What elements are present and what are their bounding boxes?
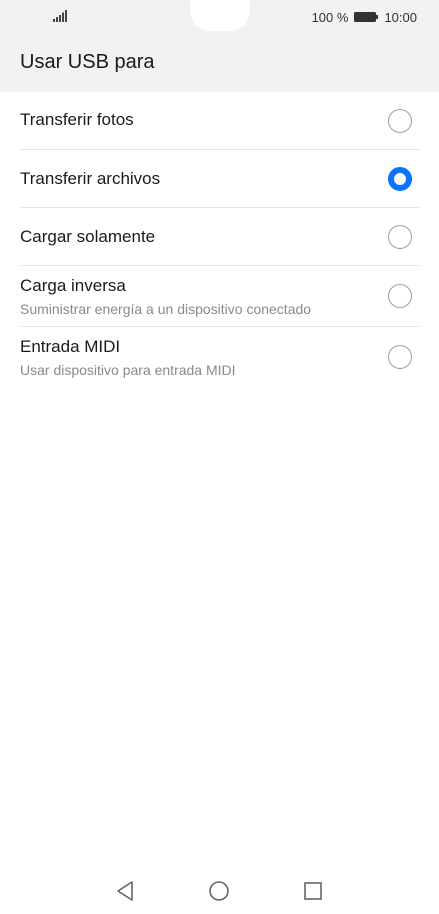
page-title: Usar USB para xyxy=(20,51,155,73)
option-title: Carga inversa xyxy=(20,276,126,295)
radio-button[interactable] xyxy=(388,225,412,249)
usb-options-list: Transferir fotos Transferir archivos Car… xyxy=(0,92,439,388)
usb-settings-screen: 100 % 10:00 Usar USB para Transferir fot… xyxy=(0,0,439,914)
option-title: Transferir fotos xyxy=(20,110,134,129)
radio-button[interactable] xyxy=(388,284,412,308)
option-entrada-midi[interactable]: Entrada MIDI Usar dispositivo para entra… xyxy=(0,327,439,388)
option-title: Cargar solamente xyxy=(20,227,156,246)
radio-button[interactable] xyxy=(388,345,412,369)
option-transferir-fotos[interactable]: Transferir fotos xyxy=(0,92,439,150)
back-icon[interactable] xyxy=(114,880,136,902)
signal-icon xyxy=(53,10,67,22)
option-subtitle: Suministrar energía a un dispositivo con… xyxy=(20,301,312,317)
option-subtitle: Usar dispositivo para entrada MIDI xyxy=(20,362,236,378)
navigation-bar xyxy=(0,866,439,914)
recents-icon[interactable] xyxy=(302,880,324,902)
radio-button[interactable] xyxy=(388,109,412,133)
radio-button-checked[interactable] xyxy=(388,167,412,191)
home-icon[interactable] xyxy=(208,880,230,902)
status-right: 100 % 10:00 xyxy=(312,9,417,25)
battery-percent: 100 % xyxy=(311,9,349,25)
clock: 10:00 xyxy=(384,9,417,25)
status-bar: 100 % 10:00 xyxy=(0,0,439,32)
option-carga-inversa[interactable]: Carga inversa Suministrar energía a un d… xyxy=(0,266,439,327)
battery-icon xyxy=(354,12,379,22)
header: 100 % 10:00 Usar USB para xyxy=(0,0,439,92)
option-cargar-solamente[interactable]: Cargar solamente xyxy=(0,208,439,266)
option-title: Entrada MIDI xyxy=(20,337,121,356)
option-title: Transferir archivos xyxy=(20,169,161,188)
option-transferir-archivos[interactable]: Transferir archivos xyxy=(0,150,439,208)
